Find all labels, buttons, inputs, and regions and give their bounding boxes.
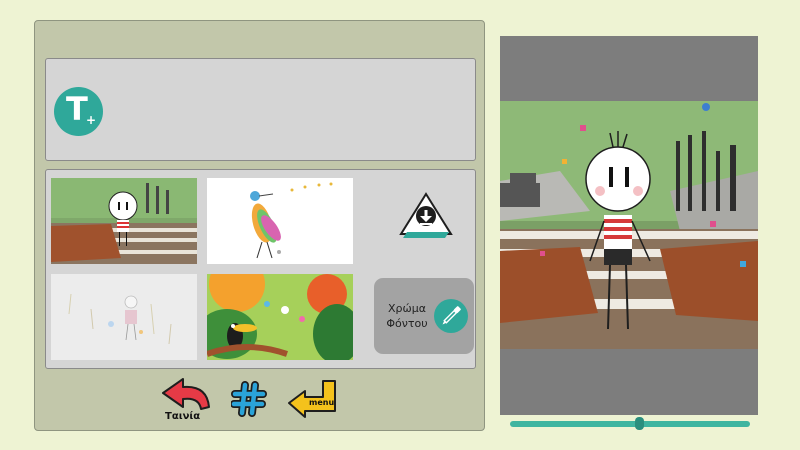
background-thumb-tracks[interactable] bbox=[51, 178, 197, 264]
background-thumb-jungle[interactable] bbox=[207, 274, 353, 360]
timeline-slider[interactable] bbox=[510, 417, 750, 430]
editor-panel: T + Χρώμα Φόντου Ταινία menu bbox=[34, 20, 485, 431]
background-color-button[interactable]: Χρώμα Φόντου bbox=[374, 278, 474, 354]
upload-background-button[interactable] bbox=[399, 192, 453, 242]
timeline-track bbox=[510, 421, 750, 427]
hashtag-button[interactable] bbox=[230, 381, 267, 417]
preview-image bbox=[500, 101, 758, 349]
color-picker-icon bbox=[434, 299, 468, 333]
background-thumb-bird[interactable] bbox=[207, 178, 353, 264]
text-area: T + bbox=[45, 58, 476, 161]
back-arrow-icon bbox=[162, 378, 210, 410]
menu-button[interactable]: menu bbox=[287, 379, 339, 419]
timeline-thumb[interactable] bbox=[635, 417, 645, 430]
preview-viewer bbox=[500, 36, 758, 415]
add-text-button[interactable]: T + bbox=[54, 87, 103, 136]
background-color-label: Χρώμα Φόντου bbox=[386, 302, 428, 330]
background-gallery: Χρώμα Φόντου bbox=[45, 169, 476, 369]
movie-back-button[interactable]: Ταινία bbox=[159, 377, 215, 425]
add-text-icon: T bbox=[66, 90, 88, 128]
movie-label: Ταινία bbox=[165, 411, 201, 422]
background-thumb-sketch[interactable] bbox=[51, 274, 197, 360]
menu-label: menu bbox=[309, 398, 335, 407]
add-text-plus: + bbox=[86, 113, 97, 127]
hashtag-icon bbox=[230, 381, 267, 417]
upload-icon bbox=[399, 192, 453, 238]
